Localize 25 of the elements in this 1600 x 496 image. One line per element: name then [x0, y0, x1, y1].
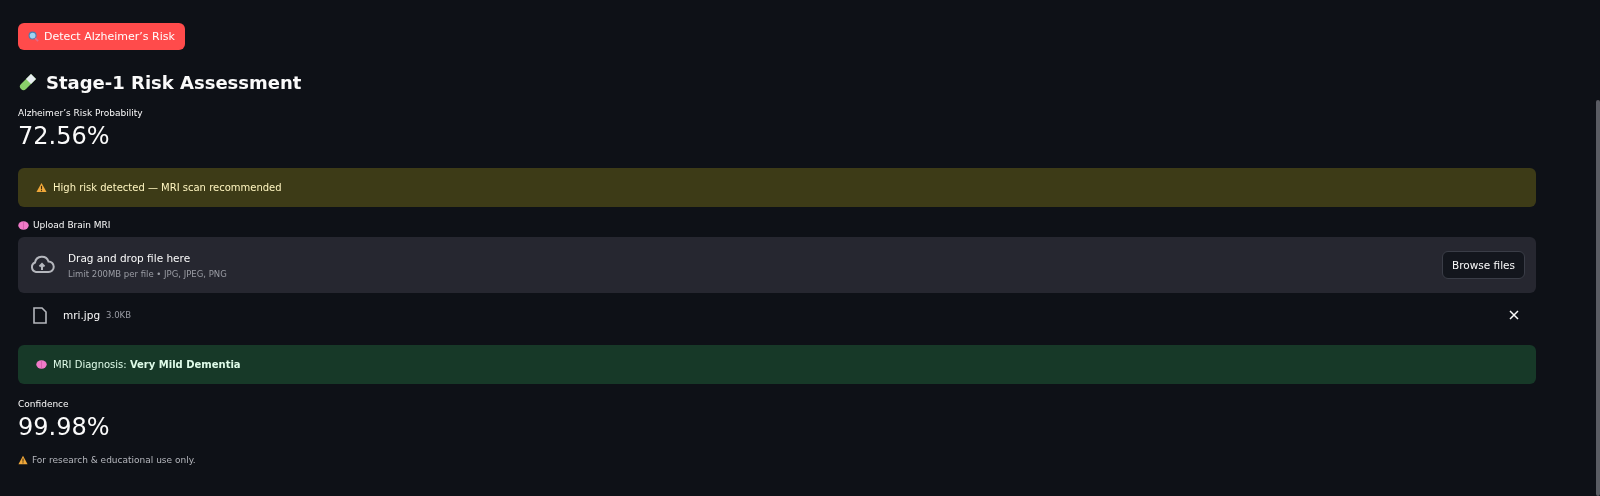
metric-label: Confidence — [18, 399, 70, 409]
brain-icon — [36, 360, 47, 369]
dropzone-title: Drag and drop file here — [68, 251, 192, 264]
alert-text: High risk detected — MRI scan recommended — [53, 182, 282, 193]
test-tube-icon — [18, 72, 38, 92]
metric-value: 72.56% — [18, 122, 111, 150]
file-size: 3.0KB — [106, 310, 132, 320]
footnote: For research & educational use only. — [32, 455, 196, 465]
warning-icon — [36, 182, 47, 193]
file-name: mri.jpg — [63, 309, 101, 321]
browse-files-button[interactable]: Browse files — [1441, 251, 1525, 279]
cloud-upload-icon — [29, 255, 55, 275]
section-heading: Stage-1 Risk Assessment — [46, 71, 302, 93]
magnifier-icon — [28, 31, 39, 42]
metric-label: Alzheimer’s Risk Probability — [18, 108, 144, 118]
dropzone-hint: Limit 200MB per file • JPG, JPEG, PNG — [68, 268, 228, 279]
close-button[interactable] — [1507, 308, 1521, 322]
file-icon — [33, 306, 47, 324]
uploader-label: Upload Brain MRI — [33, 220, 111, 230]
scrollbar[interactable] — [1596, 100, 1600, 496]
alert-text: MRI Diagnosis: Very Mild Dementia — [53, 359, 241, 370]
warning-icon — [18, 455, 28, 465]
brain-icon — [18, 220, 29, 230]
file-dropzone[interactable]: Drag and drop file here Limit 200MB per file • JPG, JPEG, PNG Browse files — [18, 237, 1536, 293]
metric-value: 99.98% — [18, 413, 111, 441]
